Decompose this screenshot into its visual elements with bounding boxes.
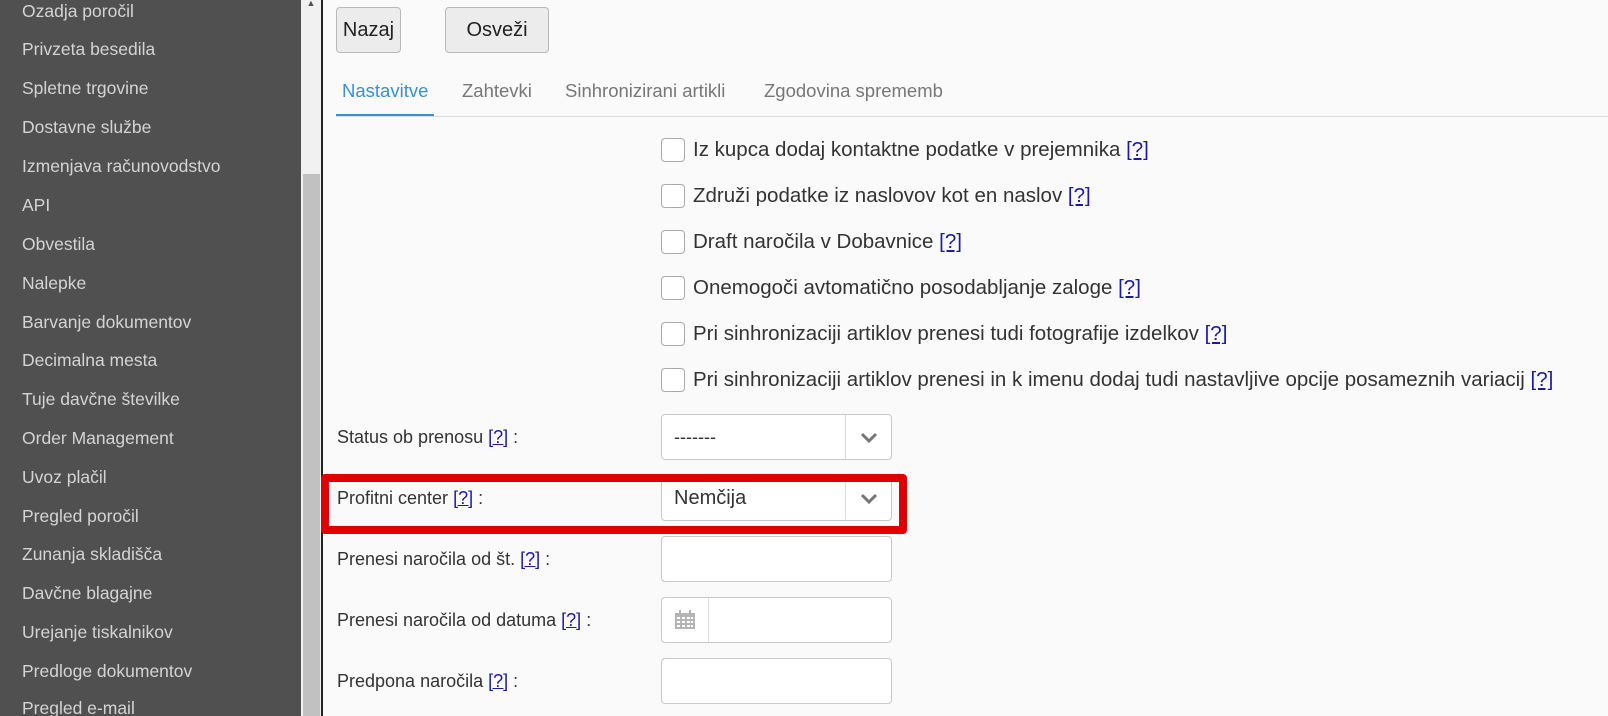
checkbox-row: Onemogoči avtomatično posodabljanje zalo… [661, 273, 1141, 303]
from-number-input[interactable] [661, 536, 892, 582]
checkbox-label: Pri sinhronizaciji artiklov prenesi tudi… [693, 322, 1199, 345]
checkbox-label: Onemogoči avtomatično posodabljanje zalo… [693, 276, 1113, 299]
sidebar-item-document-coloring[interactable]: Barvanje dokumentov [22, 303, 191, 341]
help-link[interactable]: [?] [1205, 322, 1228, 346]
from-date-input[interactable] [661, 597, 892, 643]
scroll-up-arrow-icon[interactable]: ▲ [305, 0, 317, 8]
sidebar-item-default-texts[interactable]: Privzeta besedila [22, 30, 155, 68]
prefix-input[interactable] [661, 658, 892, 704]
colon: : [545, 549, 551, 569]
sidebar-item-decimal-places[interactable]: Decimalna mesta [22, 341, 157, 379]
checkbox-row: Draft naročila v Dobavnice [?] [661, 227, 962, 257]
sync-variation-options-checkbox[interactable] [661, 368, 685, 392]
sidebar-item-foreign-tax-numbers[interactable]: Tuje davčne številke [22, 380, 180, 418]
checkbox-label: Iz kupca dodaj kontaktne podatke v preje… [693, 138, 1121, 161]
sidebar-item-labels[interactable]: Nalepke [22, 264, 86, 302]
help-link[interactable]: [?] [939, 230, 962, 254]
merge-addresses-checkbox[interactable] [661, 184, 685, 208]
sidebar-item-printer-settings[interactable]: Urejanje tiskalnikov [22, 613, 173, 651]
sidebar-item-cash-registers[interactable]: Davčne blagajne [22, 574, 152, 612]
checkbox-row: Pri sinhronizaciji artiklov prenesi in k… [661, 365, 1553, 395]
select-value: ------- [674, 427, 716, 447]
checkbox-row: Pri sinhronizaciji artiklov prenesi tudi… [661, 319, 1227, 349]
help-link[interactable]: [?] [488, 427, 508, 447]
tab-synced-items[interactable]: Sinhronizirani artikli [565, 78, 725, 116]
colon: : [586, 610, 592, 630]
back-button[interactable]: Nazaj [336, 7, 401, 53]
sidebar-item-notifications[interactable]: Obvestila [22, 225, 95, 263]
tab-settings[interactable]: Nastavitve [336, 78, 435, 116]
help-link[interactable]: [?] [561, 610, 581, 630]
field-label: Prenesi naročila od datuma [337, 610, 557, 630]
sidebar-item-api[interactable]: API [22, 186, 50, 224]
field-label: Predpona naročila [337, 671, 484, 691]
disable-stock-update-checkbox[interactable] [661, 276, 685, 300]
field-label: Status ob prenosu [337, 427, 484, 447]
help-link[interactable]: [?] [1118, 276, 1141, 300]
sidebar-scrollbar-thumb[interactable] [303, 174, 320, 716]
sidebar-item-report-backgrounds[interactable]: Ozadja poročil [22, 0, 134, 30]
highlight-box [321, 474, 907, 534]
tabs-underline [336, 116, 1608, 117]
panel-divider [321, 0, 323, 716]
sidebar-item-email-overview[interactable]: Pregled e-mail [22, 689, 135, 716]
sidebar-item-payment-import[interactable]: Uvoz plačil [22, 458, 107, 496]
from-number-label-row: Prenesi naročila od št. [?] : [337, 546, 550, 572]
status-select[interactable]: ------- [661, 414, 892, 460]
sidebar-item-reports-overview[interactable]: Pregled poročil [22, 497, 139, 535]
refresh-button[interactable]: Osveži [445, 7, 549, 53]
prefix-label-row: Predpona naročila [?] : [337, 668, 518, 694]
from-date-label-row: Prenesi naročila od datuma [?] : [337, 607, 591, 633]
checkbox-label: Draft naročila v Dobavnice [693, 230, 934, 253]
checkbox-label: Pri sinhronizaciji artiklov prenesi in k… [693, 368, 1525, 391]
help-link[interactable]: [?] [1068, 184, 1091, 208]
help-link[interactable]: [?] [1531, 368, 1554, 392]
help-link[interactable]: [?] [520, 549, 540, 569]
calendar-icon[interactable] [662, 598, 709, 642]
field-label: Prenesi naročila od št. [337, 549, 516, 569]
colon: : [513, 671, 519, 691]
sidebar-item-delivery-services[interactable]: Dostavne službe [22, 108, 151, 146]
checkbox-row: Iz kupca dodaj kontaktne podatke v preje… [661, 135, 1149, 165]
sidebar: Ozadja poročil Privzeta besedila Spletne… [0, 0, 301, 716]
sidebar-item-external-warehouses[interactable]: Zunanja skladišča [22, 535, 162, 573]
status-label-row: Status ob prenosu [?] : [337, 424, 518, 450]
help-link[interactable]: [?] [488, 671, 508, 691]
help-link[interactable]: [?] [1126, 138, 1149, 162]
colon: : [513, 427, 519, 447]
sidebar-item-order-management[interactable]: Order Management [22, 419, 174, 457]
checkbox-label: Združi podatke iz naslovov kot en naslov [693, 184, 1063, 207]
tab-change-history[interactable]: Zgodovina sprememb [764, 78, 943, 116]
contact-to-recipient-checkbox[interactable] [661, 138, 685, 162]
tab-requests[interactable]: Zahtevki [462, 78, 532, 116]
sidebar-item-document-templates[interactable]: Predloge dokumentov [22, 652, 192, 690]
sync-photos-checkbox[interactable] [661, 322, 685, 346]
checkbox-row: Združi podatke iz naslovov kot en naslov… [661, 181, 1091, 211]
chevron-down-icon[interactable] [845, 415, 892, 459]
draft-orders-checkbox[interactable] [661, 230, 685, 254]
sidebar-item-accounting-exchange[interactable]: Izmenjava računovodstvo [22, 147, 220, 185]
sidebar-item-web-shops[interactable]: Spletne trgovine [22, 69, 148, 107]
